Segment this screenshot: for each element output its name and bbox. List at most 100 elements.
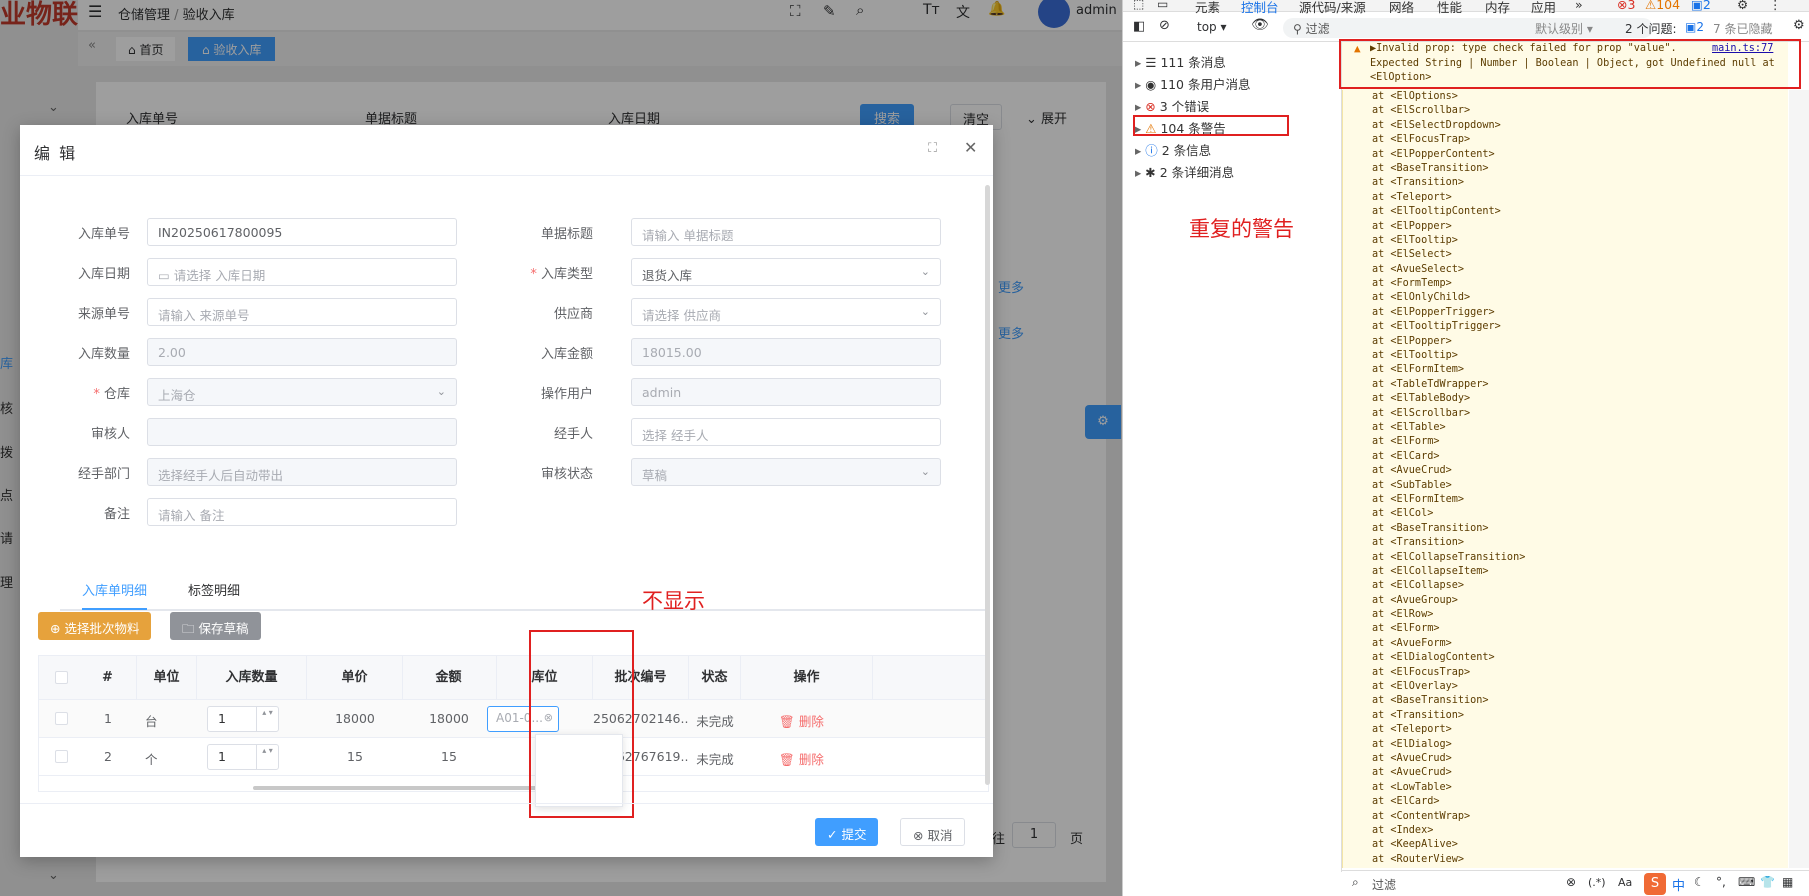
stack-line: at <ElFocusTrap> <box>1372 666 1471 678</box>
issues-count[interactable]: ▣2 <box>1685 20 1704 34</box>
regex-icon[interactable]: (.*) <box>1588 876 1606 889</box>
inspect-icon[interactable]: ⬚ <box>1133 0 1144 11</box>
table-cell: 个 <box>145 752 158 767</box>
field-label: 仓库 <box>20 383 130 402</box>
field-input[interactable]: 请输入 备注 <box>147 498 457 526</box>
moon-icon[interactable]: ☾ <box>1694 875 1705 889</box>
field-label: 操作用户 <box>540 387 593 402</box>
field-input: 18015.00 <box>631 338 941 366</box>
error-icon: ⊗ <box>1145 99 1160 114</box>
field-input[interactable]: 请输入 单据标题 <box>631 218 941 246</box>
tab-inbound-detail[interactable]: 入库单明细 <box>82 580 148 610</box>
field-input[interactable]: 请选择 供应商 ⌄ <box>631 298 941 326</box>
field-label: 入库日期 <box>77 267 130 282</box>
stack-line: at <FormTemp> <box>1372 278 1452 290</box>
stack-line: at <ElCollapseTransition> <box>1372 551 1526 563</box>
error-count[interactable]: ⊗3 <box>1617 0 1635 12</box>
quantity-value: 1 <box>218 749 226 764</box>
dialog-scrollbar[interactable] <box>985 185 990 785</box>
match-case-icon[interactable]: Aa <box>1618 876 1632 889</box>
gear-icon[interactable]: ⚙ <box>1793 18 1805 33</box>
tree-item-messages[interactable]: ▸ ☰ 111 条消息 <box>1135 52 1226 71</box>
context-select[interactable]: top ▾ <box>1197 20 1227 34</box>
stepper-arrows-icon[interactable]: ▴ ▾ <box>256 745 278 769</box>
keyboard-icon[interactable]: ⌨ <box>1738 875 1755 889</box>
field-value: IN20250617800095 <box>158 225 283 240</box>
field-input[interactable]: 退货入库 ⌄ <box>631 258 941 286</box>
level-select[interactable]: 默认级别 ▾ <box>1535 20 1593 37</box>
field-input: 上海仓 ⌄ <box>147 378 457 406</box>
stepper-arrows-icon[interactable]: ▴ ▾ <box>256 707 278 731</box>
quantity-value: 1 <box>218 711 226 726</box>
tab-label-detail[interactable]: 标签明细 <box>188 580 240 599</box>
annotation-box <box>1133 115 1289 136</box>
quantity-stepper[interactable]: 1 ▴ ▾ <box>207 706 279 732</box>
select-all-checkbox[interactable] <box>55 671 68 684</box>
field-input[interactable]: 请输入 来源单号 <box>147 298 457 326</box>
delete-link[interactable]: 🗑 删除 <box>779 711 824 730</box>
sidebar-toggle-icon[interactable]: ◧ <box>1133 19 1145 34</box>
stack-line: at <ElPopper> <box>1372 220 1452 232</box>
stack-line: at <ElOverlay> <box>1372 681 1458 693</box>
save-draft-button[interactable]: 🗀 保存草稿 <box>170 612 261 640</box>
info-count[interactable]: ▣2 <box>1691 0 1711 12</box>
annotation-box <box>1339 39 1801 89</box>
search-icon: ⌕ <box>1352 875 1359 889</box>
submit-button[interactable]: ✓ 提交 <box>815 818 879 846</box>
row-checkbox[interactable] <box>55 712 68 725</box>
field-placeholder: 请输入 来源单号 <box>158 308 250 323</box>
bug-icon: ✱ <box>1145 165 1160 180</box>
punctuation-icon[interactable]: °, <box>1716 875 1726 889</box>
table-cell: 台 <box>145 714 158 729</box>
trash-icon: 🗑 <box>779 752 799 767</box>
field-input[interactable]: 选择 经手人 <box>631 418 941 446</box>
field-input[interactable]: ▭ 请选择 入库日期 <box>147 258 457 286</box>
field-input: 2.00 <box>147 338 457 366</box>
stack-line: at <ElCard> <box>1372 796 1440 808</box>
field-input[interactable]: IN20250617800095 <box>147 218 457 246</box>
stack-line: at <AvueSelect> <box>1372 263 1465 275</box>
console-scrollbar[interactable] <box>1789 90 1809 868</box>
horizontal-scrollbar[interactable] <box>253 786 573 790</box>
field-placeholder: 请选择 入库日期 <box>173 268 266 283</box>
chevron-down-icon: ⌄ <box>920 465 930 478</box>
ime-language-icon[interactable]: 中 <box>1672 875 1685 894</box>
field-label: 经手人 <box>553 427 593 442</box>
delete-link[interactable]: 🗑 删除 <box>779 749 824 768</box>
console-filter-input[interactable]: ⚲ 过滤 <box>1283 18 1653 38</box>
table-cell: 未完成 <box>696 752 734 767</box>
field-input: 草稿 ⌄ <box>631 458 941 486</box>
issues-label[interactable]: 2 个问题: <box>1625 20 1677 37</box>
more-tabs-icon[interactable]: » <box>1575 0 1583 12</box>
select-batch-material-button[interactable]: ⊕ 选择批次物料 <box>38 612 152 640</box>
table-header-cell: 操作 <box>741 656 873 700</box>
chevron-down-icon: ⌄ <box>920 265 930 278</box>
field-input: admin <box>631 378 941 406</box>
quantity-stepper[interactable]: 1 ▴ ▾ <box>207 744 279 770</box>
cancel-button[interactable]: ⊗ 取消 <box>900 818 966 846</box>
bottom-filter-input[interactable]: 过滤 <box>1372 876 1396 893</box>
clear-console-icon[interactable]: ⊘ <box>1159 18 1170 33</box>
field-placeholder: 选择 经手人 <box>642 428 709 443</box>
tree-item-user-messages[interactable]: ▸ ◉ 110 条用户消息 <box>1135 74 1250 93</box>
clear-filter-icon[interactable]: ⊗ <box>1566 875 1576 889</box>
table-row[interactable]: 2 个 15 15 25062767619... 未完成 1 ▴ ▾ 🗑 删除 <box>39 738 990 776</box>
table-cell: 15 <box>347 749 363 764</box>
apps-icon[interactable]: ▦ <box>1782 875 1793 889</box>
stack-line: at <BaseTransition> <box>1372 695 1489 707</box>
gear-icon[interactable]: ⚙ <box>1737 0 1748 12</box>
row-checkbox[interactable] <box>55 750 68 763</box>
tree-item-errors[interactable]: ▸ ⊗ 3 个错误 <box>1135 96 1209 115</box>
eye-icon[interactable]: 👁 <box>1251 17 1269 33</box>
tree-item-info[interactable]: ▸ ⓘ 2 条信息 <box>1135 140 1211 159</box>
field-placeholder: 请输入 备注 <box>158 508 225 523</box>
device-icon[interactable]: ▭ <box>1157 0 1168 11</box>
tree-item-verbose[interactable]: ▸ ✱ 2 条详细消息 <box>1135 162 1234 181</box>
field-label: 审核人 <box>90 427 130 442</box>
shirt-icon[interactable]: 👕 <box>1760 875 1775 889</box>
stack-line: at <ElPopper> <box>1372 335 1452 347</box>
warning-count[interactable]: ⚠104 <box>1645 0 1680 12</box>
stack-line: at <ElTooltipContent> <box>1372 206 1501 218</box>
table-row[interactable]: 1 台 18000 18000 25062702146... 未完成 1 ▴ ▾ A01-0..… <box>39 700 990 738</box>
kebab-menu-icon[interactable]: ⋮ <box>1769 0 1782 12</box>
